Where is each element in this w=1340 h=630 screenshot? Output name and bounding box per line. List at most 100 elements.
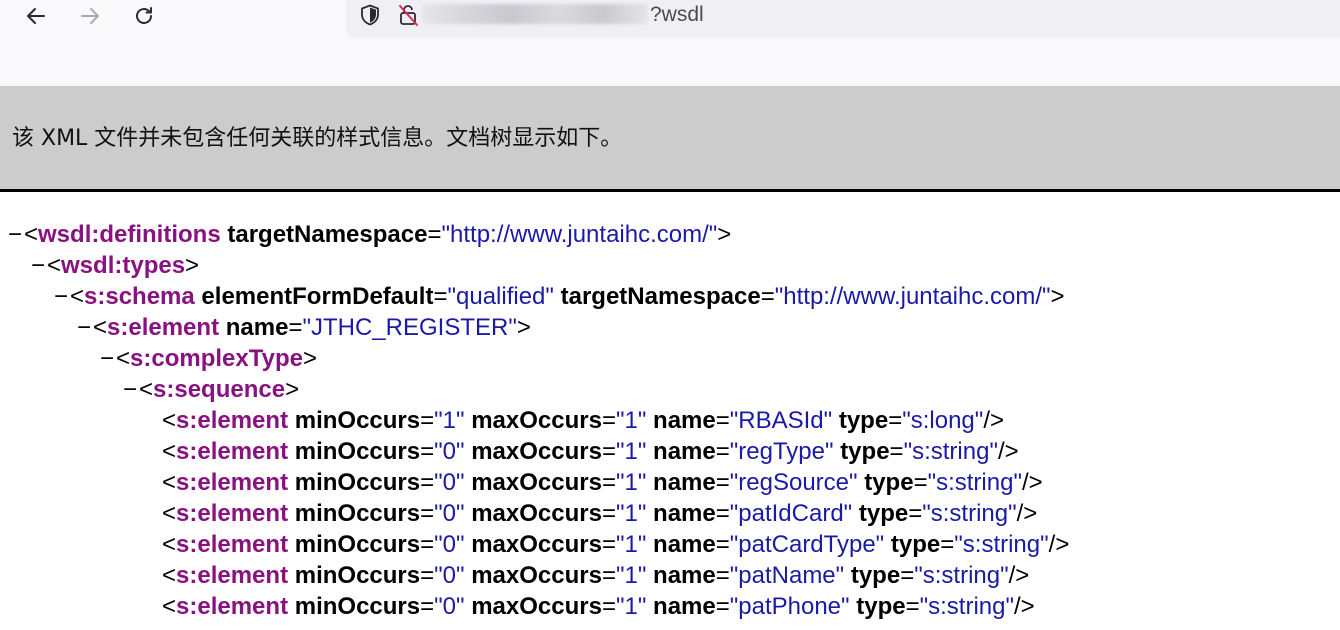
attribute-value: "http://www.juntaihc.com/" [441, 221, 718, 248]
attribute-value: "JTHC_REGISTER" [302, 314, 517, 341]
attribute-value: "http://www.juntaihc.com/" [774, 283, 1051, 310]
equals-sign: = [913, 469, 928, 496]
forward-button[interactable] [76, 2, 104, 30]
collapse-toggle[interactable]: − [100, 343, 116, 374]
equals-sign: = [288, 314, 303, 341]
attribute-name: minOccurs [294, 562, 421, 589]
equals-sign: = [420, 531, 435, 558]
tag-close-bracket: > [285, 376, 300, 403]
tag-name: s:element [176, 469, 289, 496]
equals-sign: = [601, 562, 616, 589]
attribute-value: "1" [615, 593, 647, 620]
url-redacted-area [422, 4, 648, 24]
xml-line: −<wsdl:definitions targetNamespace="http… [0, 219, 1340, 250]
attribute-name: minOccurs [294, 500, 421, 527]
tag-close-bracket: > [717, 221, 732, 248]
attribute-name: minOccurs [294, 531, 421, 558]
collapse-toggle[interactable]: − [123, 374, 139, 405]
attribute-name: name [653, 469, 716, 496]
attribute-value: "1" [615, 500, 647, 527]
attribute-name: targetNamespace [227, 221, 428, 248]
forward-arrow-icon [81, 8, 99, 24]
collapse-toggle[interactable]: − [54, 281, 70, 312]
attribute-name: type [840, 438, 890, 465]
tag-name: s:element [176, 593, 289, 620]
equals-sign: = [601, 593, 616, 620]
equals-sign: = [889, 438, 904, 465]
attribute-value: "regType" [729, 438, 834, 465]
tag-name: s:element [107, 314, 220, 341]
attribute-value: "patCardType" [729, 531, 885, 558]
equals-sign: = [905, 593, 920, 620]
attribute-name: name [225, 314, 289, 341]
browser-toolbar: ?wsdl [0, 0, 1340, 86]
attribute-name: maxOccurs [471, 531, 602, 558]
tag-name: s:element [176, 407, 289, 434]
attribute-name: name [653, 438, 716, 465]
xml-line: −<wsdl:types> [0, 250, 1340, 281]
attribute-name: type [864, 469, 914, 496]
equals-sign: = [715, 407, 730, 434]
attribute-name: maxOccurs [471, 500, 602, 527]
tag-close-bracket: /> [1008, 562, 1030, 589]
equals-sign: = [900, 562, 915, 589]
tag-open-bracket: < [162, 562, 177, 589]
attribute-value: "s:string" [954, 531, 1049, 558]
equals-sign: = [420, 593, 435, 620]
attribute-name: name [653, 407, 716, 434]
attribute-name: type [890, 531, 941, 558]
tag-open-bracket: < [162, 593, 177, 620]
attribute-value: "qualified" [447, 283, 554, 310]
url-text[interactable]: ?wsdl [650, 2, 704, 28]
attribute-name: maxOccurs [471, 562, 602, 589]
equals-sign: = [715, 531, 730, 558]
equals-sign: = [760, 283, 775, 310]
xml-line: −<s:element name="JTHC_REGISTER"> [0, 312, 1340, 343]
collapse-toggle[interactable]: − [8, 219, 24, 250]
tag-close-bracket: /> [997, 438, 1019, 465]
tracking-protection-shield-icon[interactable] [358, 3, 382, 27]
attribute-name: elementFormDefault [201, 283, 434, 310]
tag-name: s:element [176, 562, 289, 589]
equals-sign: = [940, 531, 955, 558]
tag-close-bracket: > [1050, 283, 1065, 310]
equals-sign: = [420, 407, 435, 434]
attribute-value: "0" [434, 593, 465, 620]
insecure-lock-icon[interactable] [398, 3, 420, 27]
xml-line: −<s:sequence> [0, 374, 1340, 405]
xml-line: <s:element minOccurs="0" maxOccurs="1" n… [0, 591, 1340, 622]
reload-button[interactable] [130, 2, 158, 30]
attribute-name: maxOccurs [471, 593, 602, 620]
attribute-name: type [856, 593, 906, 620]
address-bar[interactable]: ?wsdl [346, 0, 1340, 38]
attribute-name: type [850, 562, 901, 589]
attribute-value: "1" [615, 469, 647, 496]
back-button[interactable] [22, 2, 50, 30]
tag-name: s:complexType [130, 345, 303, 372]
xml-line: <s:element minOccurs="0" maxOccurs="1" n… [0, 436, 1340, 467]
attribute-value: "s:string" [919, 593, 1015, 620]
equals-sign: = [420, 562, 435, 589]
equals-sign: = [715, 562, 730, 589]
tag-name: s:element [176, 438, 289, 465]
xml-line: −<s:schema elementFormDefault="qualified… [0, 281, 1340, 312]
tag-close-bracket: /> [1014, 593, 1035, 620]
equals-sign: = [715, 500, 730, 527]
collapse-toggle[interactable]: − [77, 312, 93, 343]
attribute-name: maxOccurs [471, 438, 602, 465]
equals-sign: = [420, 500, 435, 527]
collapse-toggle[interactable]: − [31, 250, 47, 281]
xml-info-banner: 该 XML 文件并未包含任何关联的样式信息。文档树显示如下。 [0, 86, 1340, 192]
tag-name: s:schema [84, 283, 195, 310]
equals-sign: = [427, 221, 442, 248]
attribute-value: "s:long" [902, 407, 984, 434]
attribute-value: "1" [434, 407, 465, 434]
tag-open-bracket: < [47, 252, 62, 279]
attribute-value: "0" [434, 531, 465, 558]
tag-open-bracket: < [162, 500, 177, 527]
attribute-value: "0" [434, 469, 465, 496]
equals-sign: = [715, 593, 730, 620]
attribute-value: "0" [434, 438, 465, 465]
attribute-name: targetNamespace [560, 283, 761, 310]
attribute-name: minOccurs [294, 438, 421, 465]
